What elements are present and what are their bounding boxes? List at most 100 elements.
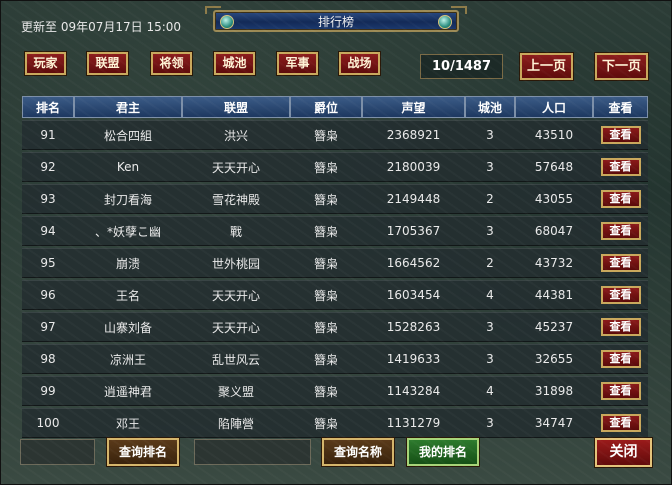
rank-query-input[interactable]	[20, 439, 95, 465]
table-body: 91 松合四組 洪兴 簪枭 2368921 3 43510 查看 92 Ken …	[22, 120, 648, 438]
prev-page-button[interactable]: 上一页	[520, 53, 573, 80]
title-cell: 簪枭	[290, 312, 362, 342]
rank-cell: 95	[22, 248, 74, 278]
lord-cell: 凉洲王	[74, 344, 182, 374]
view-cell: 查看	[593, 376, 648, 406]
alliance-cell: 洪兴	[182, 120, 290, 150]
population-cell: 34747	[515, 408, 593, 438]
alliance-cell: 乱世风云	[182, 344, 290, 374]
view-button[interactable]: 查看	[600, 126, 641, 144]
prestige-cell: 1664562	[362, 248, 465, 278]
table-row: 91 松合四組 洪兴 簪枭 2368921 3 43510 查看	[22, 120, 648, 150]
lord-cell: 山寨刘备	[74, 312, 182, 342]
tab-city[interactable]: 城池	[214, 52, 255, 75]
population-cell: 31898	[515, 376, 593, 406]
tab-battlefield[interactable]: 战场	[339, 52, 380, 75]
population-cell: 68047	[515, 216, 593, 246]
lord-cell: 逍遥神君	[74, 376, 182, 406]
view-button[interactable]: 查看	[600, 318, 641, 336]
query-name-button[interactable]: 查询名称	[322, 438, 394, 466]
col-header-lord[interactable]: 君主	[74, 96, 182, 118]
table-row: 100 邓王 陷陣營 簪枭 1131279 3 34747 查看	[22, 408, 648, 438]
cities-cell: 3	[465, 216, 515, 246]
table-row: 95 崩溃 世外桃园 簪枭 1664562 2 43732 查看	[22, 248, 648, 278]
cities-cell: 3	[465, 312, 515, 342]
view-button[interactable]: 查看	[600, 254, 641, 272]
population-cell: 43510	[515, 120, 593, 150]
name-query-input[interactable]	[194, 439, 311, 465]
alliance-cell: 聚义盟	[182, 376, 290, 406]
col-header-view: 查看	[593, 96, 648, 118]
prestige-cell: 1143284	[362, 376, 465, 406]
rank-cell: 97	[22, 312, 74, 342]
prestige-cell: 1603454	[362, 280, 465, 310]
window-title: 排行榜	[317, 15, 354, 29]
table-row: 92 Ken 天天开心 簪枭 2180039 3 57648 查看	[22, 152, 648, 182]
table-row: 99 逍遥神君 聚义盟 簪枭 1143284 4 31898 查看	[22, 376, 648, 406]
query-rank-button[interactable]: 查询排名	[107, 438, 179, 466]
rank-cell: 98	[22, 344, 74, 374]
title-cell: 簪枭	[290, 152, 362, 182]
col-header-prestige[interactable]: 声望	[362, 96, 465, 118]
prestige-cell: 2368921	[362, 120, 465, 150]
ranking-table: 排名 君主 联盟 爵位 声望 城池 人口 查看 91 松合四組 洪兴 簪枭 23…	[22, 94, 648, 440]
view-button[interactable]: 查看	[600, 382, 641, 400]
col-header-population[interactable]: 人口	[515, 96, 593, 118]
close-button[interactable]: 关闭	[595, 438, 652, 467]
table-header: 排名 君主 联盟 爵位 声望 城池 人口 查看	[22, 96, 648, 118]
table-row: 94 、*妖孽こ幽 戰 簪枭 1705367 3 68047 查看	[22, 216, 648, 246]
rank-cell: 100	[22, 408, 74, 438]
lord-cell: 邓王	[74, 408, 182, 438]
population-cell: 43055	[515, 184, 593, 214]
cities-cell: 3	[465, 152, 515, 182]
rank-cell: 91	[22, 120, 74, 150]
view-cell: 查看	[593, 152, 648, 182]
alliance-cell: 陷陣營	[182, 408, 290, 438]
prestige-cell: 1131279	[362, 408, 465, 438]
view-cell: 查看	[593, 312, 648, 342]
alliance-cell: 雪花神殿	[182, 184, 290, 214]
view-cell: 查看	[593, 248, 648, 278]
my-rank-button[interactable]: 我的排名	[407, 438, 479, 466]
view-button[interactable]: 查看	[600, 350, 641, 368]
page-indicator: 10/1487	[420, 54, 503, 79]
view-button[interactable]: 查看	[600, 190, 641, 208]
view-button[interactable]: 查看	[600, 222, 641, 240]
view-button[interactable]: 查看	[600, 414, 641, 432]
col-header-cities[interactable]: 城池	[465, 96, 515, 118]
title-cell: 簪枭	[290, 376, 362, 406]
prestige-cell: 1419633	[362, 344, 465, 374]
col-header-title[interactable]: 爵位	[290, 96, 362, 118]
update-timestamp: 更新至 09年07月17日 15:00	[21, 20, 182, 34]
table-row: 96 王名 天天开心 簪枭 1603454 4 44381 查看	[22, 280, 648, 310]
col-header-alliance[interactable]: 联盟	[182, 96, 290, 118]
rank-cell: 99	[22, 376, 74, 406]
tab-player[interactable]: 玩家	[25, 52, 66, 75]
alliance-cell: 天天开心	[182, 312, 290, 342]
tab-general[interactable]: 将领	[151, 52, 192, 75]
cities-cell: 3	[465, 344, 515, 374]
col-header-rank[interactable]: 排名	[22, 96, 74, 118]
rank-cell: 96	[22, 280, 74, 310]
tab-alliance[interactable]: 联盟	[87, 52, 128, 75]
lord-cell: 封刀看海	[74, 184, 182, 214]
alliance-cell: 天天开心	[182, 152, 290, 182]
population-cell: 57648	[515, 152, 593, 182]
table-row: 97 山寨刘备 天天开心 簪枭 1528263 3 45237 查看	[22, 312, 648, 342]
lord-cell: Ken	[74, 152, 182, 182]
cities-cell: 3	[465, 120, 515, 150]
cities-cell: 2	[465, 248, 515, 278]
view-cell: 查看	[593, 408, 648, 438]
view-button[interactable]: 查看	[600, 286, 641, 304]
title-cell: 簪枭	[290, 248, 362, 278]
population-cell: 45237	[515, 312, 593, 342]
rank-cell: 92	[22, 152, 74, 182]
tab-military[interactable]: 军事	[277, 52, 318, 75]
next-page-button[interactable]: 下一页	[595, 53, 648, 80]
rank-cell: 93	[22, 184, 74, 214]
view-button[interactable]: 查看	[600, 158, 641, 176]
view-cell: 查看	[593, 120, 648, 150]
alliance-cell: 戰	[182, 216, 290, 246]
lord-cell: 王名	[74, 280, 182, 310]
view-cell: 查看	[593, 216, 648, 246]
